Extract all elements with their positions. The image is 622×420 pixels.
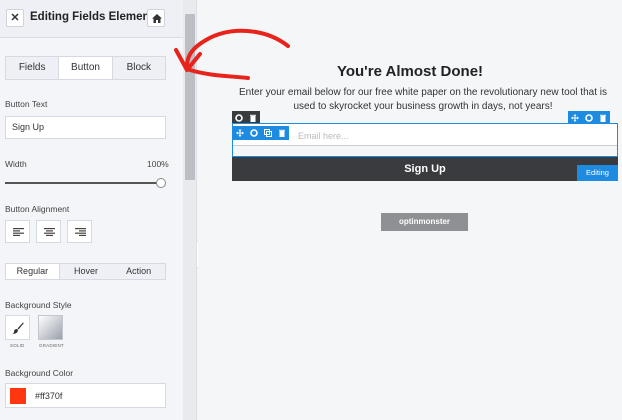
editing-badge: Editing (577, 165, 618, 181)
state-tabs: Regular Hover Action (5, 263, 166, 280)
sign-up-button[interactable]: Sign Up (232, 157, 618, 181)
brush-icon (12, 322, 24, 334)
align-left-button[interactable] (5, 220, 30, 243)
tab-fields[interactable]: Fields (6, 57, 58, 79)
element-tabs: Fields Button Block (5, 56, 166, 80)
close-icon: ✕ (10, 12, 20, 24)
tab-regular[interactable]: Regular (6, 264, 60, 279)
home-button[interactable] (147, 9, 165, 27)
align-center-icon (44, 228, 55, 236)
element-move-button[interactable] (233, 126, 247, 140)
element-toolbar (233, 126, 289, 140)
style-solid-caption: SOLID (10, 343, 25, 348)
element-duplicate-button[interactable] (261, 126, 275, 140)
element-delete-button[interactable] (275, 126, 289, 140)
gear-icon (235, 114, 243, 122)
close-button[interactable]: ✕ (6, 9, 24, 27)
style-gradient-option[interactable] (38, 315, 63, 340)
style-gradient-caption: GRADIENT (39, 343, 64, 348)
optinmonster-badge[interactable]: optinmonster (381, 213, 468, 231)
gear-icon (250, 129, 258, 137)
color-value: #ff370f (35, 391, 63, 401)
email-placeholder: Email here... (298, 131, 349, 141)
tab-block[interactable]: Block (113, 57, 165, 79)
width-slider-track[interactable] (5, 182, 161, 184)
tab-action[interactable]: Action (112, 264, 165, 279)
background-color-field[interactable]: #ff370f (5, 383, 166, 408)
optinmonster-logo: optinmonster (398, 217, 451, 226)
move-icon (236, 129, 244, 137)
sidebar-panel: ✕ Editing Fields Element Fields Button B… (0, 0, 197, 420)
home-icon (152, 14, 162, 23)
width-label: Width (5, 159, 27, 169)
button-text-label: Button Text (5, 99, 48, 109)
align-center-button[interactable] (36, 220, 61, 243)
trash-icon (600, 114, 606, 122)
button-text-input[interactable]: Sign Up (5, 116, 166, 139)
background-style-label: Background Style (5, 300, 72, 310)
trash-icon (250, 114, 256, 122)
trash-icon (279, 129, 285, 137)
sidebar-title: Editing Fields Element (30, 11, 154, 23)
copy-icon (264, 129, 272, 137)
element-settings-button[interactable] (247, 126, 261, 140)
color-swatch[interactable] (10, 388, 26, 404)
button-alignment-label: Button Alignment (5, 204, 70, 214)
annotation-arrow (174, 28, 290, 80)
width-slider-handle[interactable] (156, 178, 166, 188)
email-field[interactable] (233, 124, 617, 146)
move-icon (571, 114, 579, 122)
align-right-button[interactable] (67, 220, 92, 243)
align-left-icon (13, 228, 24, 236)
sidebar-header: ✕ Editing Fields Element (0, 0, 183, 38)
tab-hover[interactable]: Hover (60, 264, 113, 279)
width-value: 100% (147, 159, 169, 169)
tab-button[interactable]: Button (58, 57, 113, 79)
align-right-icon (75, 228, 86, 236)
style-solid-option[interactable] (5, 315, 30, 340)
gear-icon (585, 114, 593, 122)
background-color-label: Background Color (5, 368, 74, 378)
